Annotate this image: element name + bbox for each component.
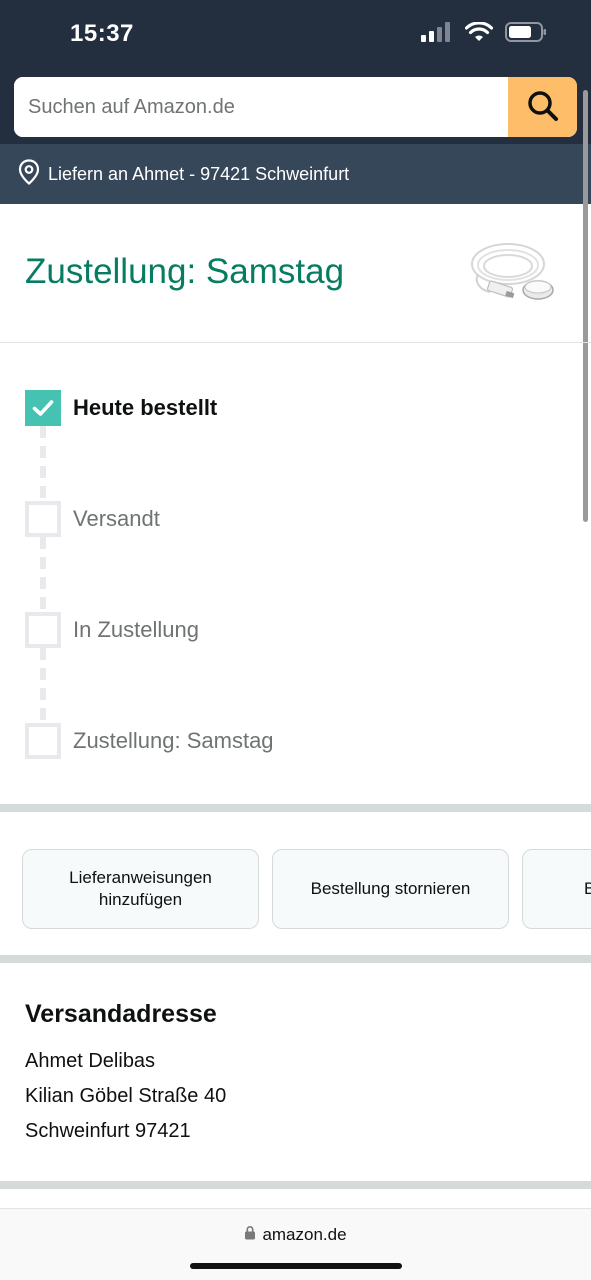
tracking-timeline: Heute bestellt Versandt In Zustellung Zu…: [0, 344, 591, 804]
checkbox-empty-icon: [25, 612, 61, 648]
timeline-connector: [40, 648, 46, 720]
wifi-icon: [464, 21, 494, 47]
lock-icon: [244, 1225, 256, 1245]
header: [0, 66, 591, 144]
address-city: Schweinfurt 97421: [25, 1120, 191, 1142]
url-text: amazon.de: [262, 1225, 347, 1244]
location-pin-icon: [18, 158, 40, 190]
timeline-step-label: Zustellung: Samstag: [73, 728, 274, 753]
timeline-step-delivered: Zustellung: Samstag: [25, 723, 274, 759]
status-bar: 15:37: [0, 0, 591, 66]
timeline-step-shipped: Versandt: [25, 501, 160, 537]
checkbox-empty-icon: [25, 501, 61, 537]
deliver-to-label: Liefern an Ahmet - 97421 Schweinfurt: [48, 163, 350, 184]
delivery-header: Zustellung: Samstag: [0, 204, 591, 343]
checkbox-checked-icon: [25, 390, 61, 426]
deliver-to-bar[interactable]: Liefern an Ahmet - 97421 Schweinfurt: [0, 144, 591, 204]
cellular-signal-icon: [421, 22, 453, 47]
search-button[interactable]: [508, 77, 577, 137]
address-street: Kilian Göbel Straße 40: [25, 1085, 227, 1107]
battery-icon: [505, 22, 547, 47]
address-name: Ahmet Delibas: [25, 1050, 156, 1072]
shipping-address-section: Versandadresse Ahmet Delibas Kilian Göbe…: [0, 963, 591, 1181]
timeline-step-label: Heute bestellt: [73, 395, 218, 420]
section-divider: [0, 804, 591, 812]
timeline-connector: [40, 426, 46, 498]
timeline-step-label: Versandt: [73, 506, 160, 531]
section-divider: [0, 955, 591, 963]
add-delivery-instructions-button[interactable]: Lieferanweisungen hinzufügen: [22, 849, 259, 929]
browser-bottom-bar: amazon.de: [0, 1208, 591, 1280]
product-image[interactable]: [464, 234, 556, 308]
search-box: [14, 77, 577, 137]
cancel-order-button[interactable]: Bestellung stornieren: [272, 849, 509, 929]
checkbox-empty-icon: [25, 723, 61, 759]
delivery-title: Zustellung: Samstag: [25, 252, 345, 291]
more-action-button[interactable]: B: [522, 849, 591, 929]
timeline-step-out-for-delivery: In Zustellung: [25, 612, 199, 648]
timeline-step-ordered: Heute bestellt: [25, 390, 217, 426]
search-icon: [526, 89, 560, 126]
timeline-step-label: In Zustellung: [73, 617, 199, 642]
section-divider: [0, 1181, 591, 1189]
search-input[interactable]: [14, 77, 508, 137]
status-time: 15:37: [70, 20, 134, 47]
address-bar[interactable]: amazon.de: [0, 1225, 591, 1245]
order-actions: Lieferanweisungen hinzufügen Bestellung …: [0, 812, 591, 955]
home-indicator[interactable]: [190, 1263, 402, 1269]
shipping-address-heading: Versandadresse: [25, 1000, 217, 1028]
timeline-connector: [40, 537, 46, 609]
status-icons: [421, 21, 547, 47]
